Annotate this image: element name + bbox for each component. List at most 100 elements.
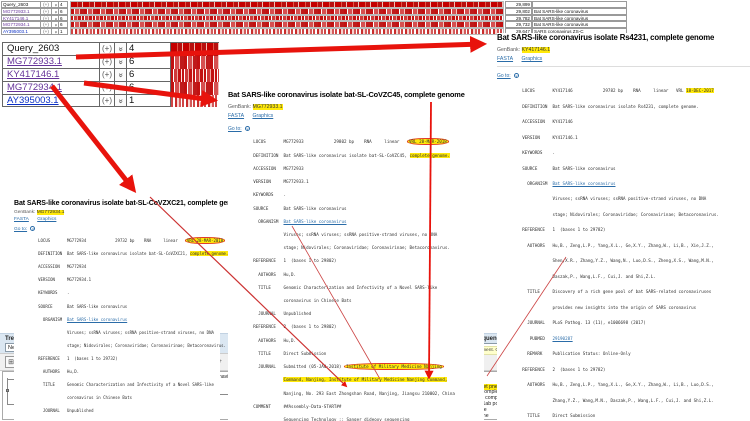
alignment-heatmap[interactable] — [70, 8, 504, 15]
expand-button[interactable]: (+) — [41, 1, 52, 8]
species-label — [532, 1, 627, 8]
collapse-chevron-icon[interactable]: » — [52, 1, 59, 8]
record-line: LOCUSMG772934 29732 bp RNA linear VRL 28… — [14, 235, 220, 248]
format-links: FASTA Graphics — [14, 217, 220, 222]
hit-list-row: KY417146.1 (+) » 6 — [3, 69, 219, 82]
expand-button[interactable]: (+) — [100, 69, 115, 82]
sequence-link[interactable]: MG772934.1 — [3, 82, 100, 95]
collapse-chevron-icon[interactable]: » — [115, 69, 127, 82]
graphics-link[interactable]: Graphics — [253, 113, 274, 119]
goto-row[interactable]: Go to: v — [497, 73, 750, 79]
text-part: MG772934 29732 bp RNA linear — [67, 238, 185, 243]
accession-link[interactable]: MG772934.1 — [37, 210, 65, 215]
expand-button[interactable]: (+) — [41, 8, 52, 15]
text-part: stage; Nidovirales; Coronaviridae; Coron… — [283, 245, 449, 250]
graphics-link[interactable]: Graphics — [522, 56, 543, 62]
sequence-link[interactable]: KY417146.1 — [3, 69, 100, 82]
sequence-link[interactable]: AY395003.1 — [3, 95, 100, 108]
expand-button[interactable]: (+) — [41, 28, 52, 35]
record-field-key: VERSION — [38, 278, 67, 282]
collapse-chevron-icon[interactable]: » — [52, 8, 59, 15]
goto-chevron-icon[interactable]: v — [514, 73, 519, 78]
goto-chevron-icon[interactable]: v — [30, 226, 35, 231]
alignment-heatmap[interactable] — [171, 56, 219, 69]
record-line: KEYWORDS. — [228, 189, 484, 202]
record-field-value: Viruses; ssRNA viruses; ssRNA positive-s… — [283, 232, 437, 237]
text-part[interactable]: 29190287 — [552, 336, 572, 341]
expand-button[interactable]: (+) — [41, 15, 52, 22]
goto-row[interactable]: Go to: v — [14, 226, 220, 232]
alignment-heatmap[interactable] — [171, 43, 219, 56]
collapse-chevron-icon[interactable]: » — [115, 56, 127, 69]
goto-row[interactable]: Go to: v — [228, 126, 484, 132]
alignment-heatmap[interactable] — [70, 21, 504, 28]
text-part[interactable]: Bat SARS-like coronavirus — [67, 317, 127, 322]
record-field-value: Viruses; ssRNA viruses; ssRNA positive-s… — [552, 196, 706, 201]
goto-chevron-icon[interactable]: v — [245, 126, 250, 131]
record-line: Command, Nanjing, Institute of Military … — [228, 374, 484, 387]
collapse-chevron-icon[interactable]: » — [52, 15, 59, 22]
text-part: 18-DEC-2017 — [686, 88, 714, 93]
expand-button[interactable]: (+) — [100, 82, 115, 95]
collapse-chevron-icon[interactable]: » — [115, 82, 127, 95]
collapse-chevron-icon[interactable]: » — [115, 95, 127, 108]
expand-button[interactable]: (+) — [41, 21, 52, 28]
alignment-heatmap[interactable] — [171, 69, 219, 82]
expand-button[interactable]: (+) — [100, 56, 115, 69]
tree-internal-node[interactable] — [6, 389, 9, 392]
sequence-link[interactable]: AY395003.1 — [1, 28, 41, 35]
text-part[interactable]: Bat SARS-like coronavirus — [283, 219, 346, 224]
record-line: JOURNALPLoS Pathog. 13 (11), e1006698 (2… — [497, 315, 750, 330]
collapse-chevron-icon[interactable]: » — [115, 43, 127, 56]
hit-list-row: MG772933.1 (+) » 6 — [3, 56, 219, 69]
text-part: 1 (bases 1 to 29732) — [67, 356, 118, 361]
accession-link[interactable]: KY417146.1 — [522, 47, 551, 53]
text-part[interactable]: Bat SARS-like coronavirus — [552, 181, 615, 186]
record-field-value: Discovery of a rich gene pool of bat SAR… — [552, 289, 711, 294]
record-field-value: Genomic Characterization and Infectivity… — [283, 285, 437, 290]
record-field-value: stage; Nidovirales; Coronaviridae; Coron… — [283, 245, 449, 250]
record-field-value: Hu,D. — [283, 272, 296, 277]
alignment-heatmap[interactable] — [70, 15, 504, 22]
goto-link[interactable]: Go to: — [228, 126, 242, 132]
overview-row: KY417146.1 (+) » 6 29,782 Bat SARS-like … — [1, 15, 627, 22]
record-field-key: JOURNAL — [38, 409, 67, 413]
record-field-key: REMARK — [522, 351, 552, 356]
record-line: Zhang,Y.Z., Wang,M.N., Daszak,P., Wang,L… — [497, 392, 750, 407]
text-part: Genomic Characterization and Infectivity… — [283, 285, 437, 290]
record-field-key: REFERENCE — [522, 367, 552, 372]
text-part: Unpublished — [283, 311, 311, 316]
record-line: LOCUSKY417146 29782 bp RNA linear VRL 18… — [497, 83, 750, 98]
sequence-link[interactable]: Query_2603 — [3, 43, 100, 56]
sequence-link[interactable]: KY417146.1 — [1, 15, 41, 22]
alignment-heatmap[interactable] — [171, 95, 219, 108]
record-field-value: Publication Status: Online-Only — [552, 351, 630, 356]
fasta-link[interactable]: FASTA — [497, 56, 513, 62]
sequence-link[interactable]: MG772933.1 — [3, 56, 100, 69]
graphics-link[interactable]: Graphics — [37, 217, 56, 222]
alignment-heatmap[interactable] — [171, 82, 219, 95]
accession-link[interactable]: MG772933.1 — [253, 104, 283, 110]
hit-count: 4 — [59, 1, 68, 8]
alignment-heatmap[interactable] — [70, 28, 504, 35]
sequence-link[interactable]: Query_2603 — [1, 1, 41, 8]
record-field-value: Hu,D. — [283, 338, 296, 343]
alignment-heatmap[interactable] — [70, 1, 504, 8]
collapse-chevron-icon[interactable]: » — [52, 21, 59, 28]
sequence-link[interactable]: MG772933.1 — [1, 8, 41, 15]
text-part: coronavirus in Chinese Bats — [67, 395, 132, 400]
record-field-value: provides new insights into the origin of… — [552, 305, 696, 310]
goto-link[interactable]: Go to: — [14, 227, 27, 232]
record-field-value: Bat SARS-like coronavirus — [552, 166, 615, 171]
collapse-chevron-icon[interactable]: » — [52, 28, 59, 35]
expand-button[interactable]: (+) — [100, 43, 115, 56]
fasta-link[interactable]: FASTA — [228, 113, 244, 119]
expand-button[interactable]: (+) — [100, 95, 115, 108]
record-field-value: Sequencing Technology :: Sanger dideoxy … — [283, 417, 409, 421]
goto-link[interactable]: Go to: — [497, 73, 511, 79]
fasta-link[interactable]: FASTA — [14, 217, 29, 222]
record-field-value: Command, Nanjing, Institute of Military … — [283, 377, 447, 382]
sequence-link[interactable]: MG772934.1 — [1, 21, 41, 28]
record-field-key: JOURNAL — [253, 365, 283, 369]
overview-row: MG772934.1 (+) » 6 29,732 Bat SARS-like … — [1, 21, 627, 28]
